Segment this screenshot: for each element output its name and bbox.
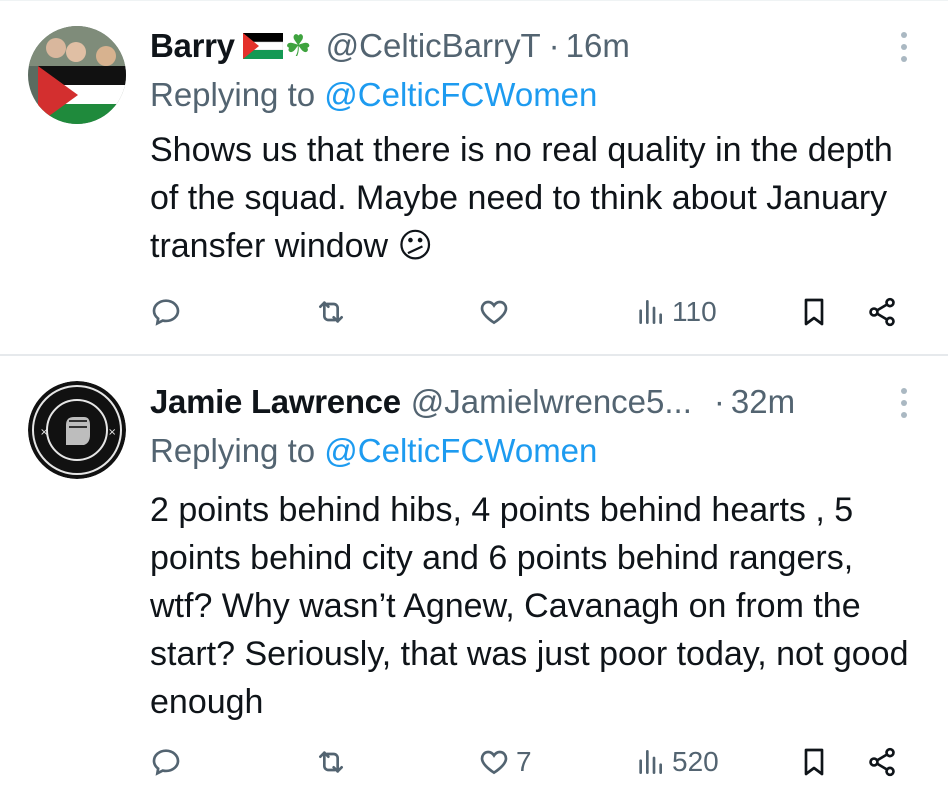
author-handle[interactable]: @Jamielwrence5... xyxy=(411,383,692,421)
avatar[interactable]: × × xyxy=(28,381,126,479)
more-icon[interactable] xyxy=(900,32,908,66)
action-bar: 110 xyxy=(150,292,910,332)
tweet-text: 2 points behind hibs, 4 points behind he… xyxy=(150,491,909,721)
views-count: 110 xyxy=(672,296,717,327)
svg-text:×: × xyxy=(40,427,48,438)
tweet-header: Barry ☘ @CelticBarryT · 16m xyxy=(150,24,630,68)
author-name[interactable]: Jamie Lawrence xyxy=(150,383,401,421)
mention-link[interactable]: @CelticFCWomen xyxy=(324,432,597,469)
author-handle[interactable]: @CelticBarryT xyxy=(326,27,541,65)
separator-dot: · xyxy=(548,27,560,64)
replying-to-label: Replying to xyxy=(150,432,316,469)
replying-to: Replying to @CelticFCWomen xyxy=(150,76,597,114)
author-name[interactable]: Barry xyxy=(150,27,235,65)
share-icon xyxy=(869,747,895,777)
bookmark-button[interactable] xyxy=(798,292,830,332)
views-count: 520 xyxy=(672,746,719,777)
heart-icon xyxy=(480,750,508,775)
bookmark-icon xyxy=(804,748,824,776)
timestamp[interactable]: 16m xyxy=(566,27,630,65)
shamrock-icon: ☘ xyxy=(284,29,312,63)
separator-dot: · xyxy=(713,383,725,420)
heart-icon xyxy=(480,300,508,325)
reply-icon xyxy=(152,299,180,326)
palestine-flag-icon xyxy=(242,33,283,59)
tweet-reply-1[interactable]: Barry ☘ @CelticBarryT · 16m Replying to … xyxy=(0,0,948,354)
bookmark-icon xyxy=(804,298,824,326)
reply-button[interactable] xyxy=(150,742,188,782)
reply-button[interactable] xyxy=(150,292,188,332)
tweet-header: Jamie Lawrence @Jamielwrence5... · 32m xyxy=(150,380,795,424)
share-icon xyxy=(869,297,895,327)
like-button[interactable] xyxy=(478,292,516,332)
share-button[interactable] xyxy=(866,742,898,782)
tweet-reply-2[interactable]: × × Jamie Lawrence @Jamielwrence5... · 3… xyxy=(0,356,948,800)
more-icon[interactable] xyxy=(900,388,908,422)
mention-link[interactable]: @CelticFCWomen xyxy=(324,76,597,113)
svg-text:×: × xyxy=(108,427,116,438)
avatar[interactable] xyxy=(28,26,126,124)
replying-to-label: Replying to xyxy=(150,76,316,113)
views-icon xyxy=(639,300,662,324)
timestamp[interactable]: 32m xyxy=(731,383,795,421)
retweet-icon xyxy=(319,751,343,773)
retweet-button[interactable] xyxy=(315,292,353,332)
retweet-button[interactable] xyxy=(315,742,353,782)
replying-to: Replying to @CelticFCWomen xyxy=(150,432,597,470)
views-icon xyxy=(639,750,662,774)
action-bar: 7 520 xyxy=(150,742,910,782)
reply-icon xyxy=(152,749,180,776)
views-button[interactable]: 110 xyxy=(634,292,717,332)
bookmark-button[interactable] xyxy=(798,742,830,782)
retweet-icon xyxy=(319,301,343,323)
like-button[interactable]: 7 xyxy=(478,742,532,782)
share-button[interactable] xyxy=(866,292,898,332)
tweet-text: Shows us that there is no real quality i… xyxy=(150,131,893,265)
like-count: 7 xyxy=(516,746,532,777)
views-button[interactable]: 520 xyxy=(634,742,719,782)
